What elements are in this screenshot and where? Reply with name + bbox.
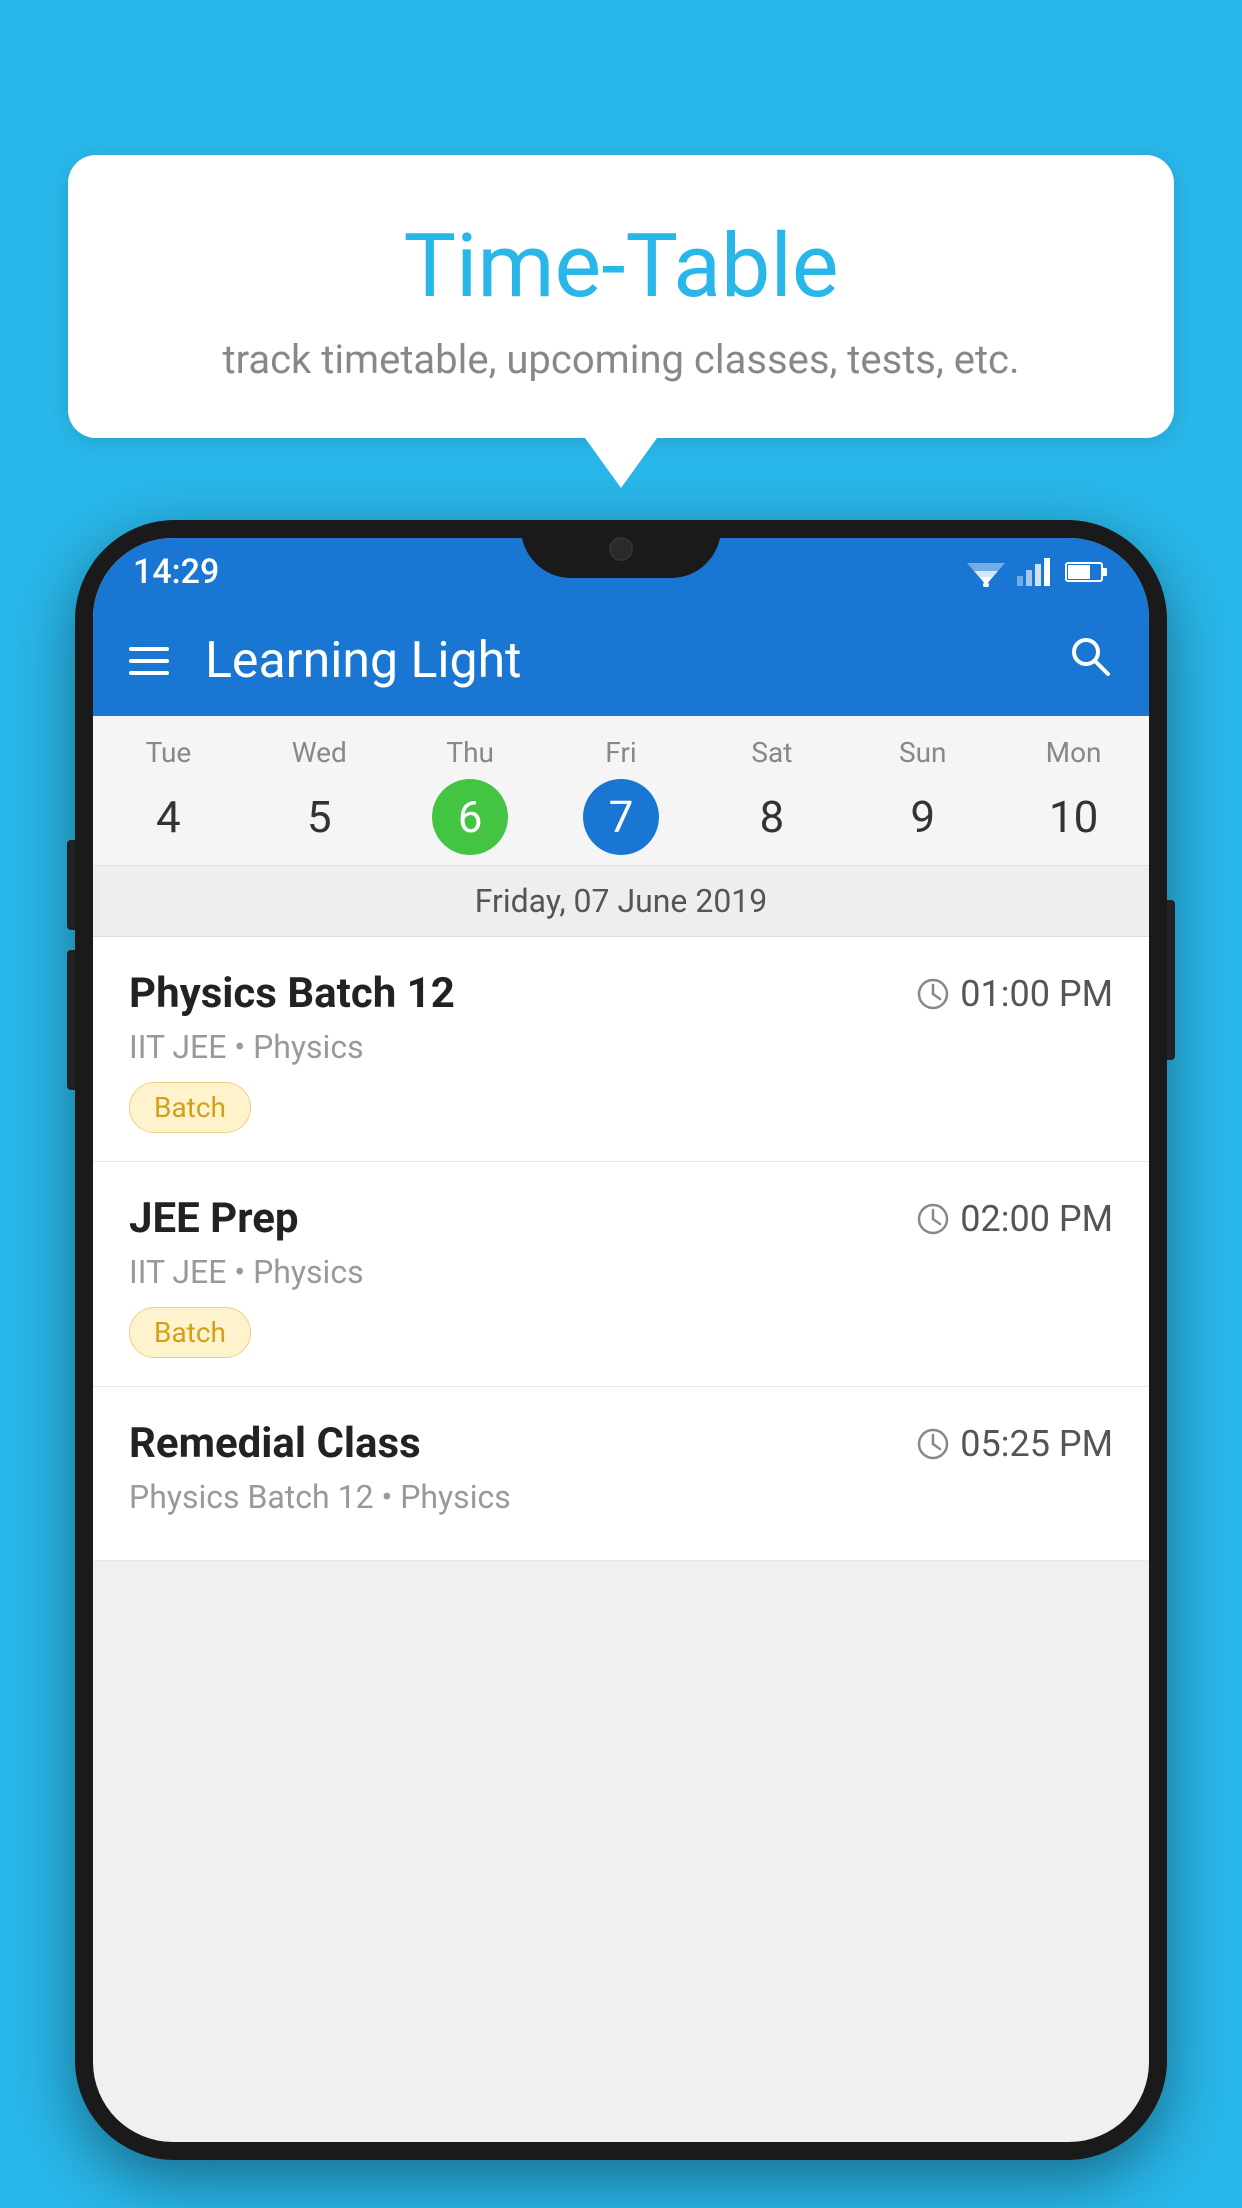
search-button[interactable] (1065, 631, 1113, 691)
feature-subtitle: track timetable, upcoming classes, tests… (128, 336, 1114, 383)
hamburger-line-3 (129, 671, 169, 675)
day-sun[interactable]: Sun 9 (847, 716, 998, 865)
schedule-time-text-1: 02:00 PM (960, 1198, 1113, 1240)
schedule-item-header-1: JEE Prep 02:00 PM (129, 1194, 1113, 1243)
day-thu[interactable]: Thu 6 (395, 716, 546, 865)
feature-title: Time-Table (128, 215, 1114, 318)
schedule-time-1: 02:00 PM (916, 1198, 1113, 1240)
phone-frame: 14:29 (75, 520, 1167, 2160)
hamburger-menu[interactable] (129, 647, 169, 675)
app-title: Learning Light (205, 632, 1065, 690)
schedule-time-2: 05:25 PM (916, 1423, 1113, 1465)
bubble-arrow (585, 438, 657, 488)
day-mon[interactable]: Mon 10 (998, 716, 1149, 865)
day-name-5: Sun (899, 736, 947, 769)
schedule-item-0[interactable]: Physics Batch 12 01:00 PM IIT JEE • Phys… (93, 937, 1149, 1162)
speech-bubble: Time-Table track timetable, upcoming cla… (68, 155, 1174, 438)
phone-container: 14:29 (75, 520, 1167, 2208)
schedule-subtitle-1: IIT JEE • Physics (129, 1253, 1113, 1291)
batch-tag-1: Batch (129, 1307, 251, 1358)
day-number-0: 4 (130, 779, 206, 855)
schedule-time-0: 01:00 PM (916, 973, 1113, 1015)
day-sat[interactable]: Sat 8 (696, 716, 847, 865)
day-name-6: Mon (1046, 736, 1102, 769)
day-name-1: Wed (292, 736, 347, 769)
schedule-item-header-0: Physics Batch 12 01:00 PM (129, 969, 1113, 1018)
day-number-3: 7 (583, 779, 659, 855)
battery-icon (1065, 560, 1109, 584)
day-name-3: Fri (605, 736, 636, 769)
day-name-2: Thu (446, 736, 494, 769)
schedule-title-1: JEE Prep (129, 1194, 299, 1243)
hamburger-line-2 (129, 659, 169, 663)
schedule-time-text-0: 01:00 PM (960, 973, 1113, 1015)
day-fri[interactable]: Fri 7 (546, 716, 697, 865)
speech-bubble-section: Time-Table track timetable, upcoming cla… (68, 155, 1174, 488)
status-time: 14:29 (133, 552, 219, 592)
day-tue[interactable]: Tue 4 (93, 716, 244, 865)
schedule-item-2[interactable]: Remedial Class 05:25 PM Physics Batch 12… (93, 1387, 1149, 1561)
clock-icon-1 (916, 1202, 950, 1236)
schedule-time-text-2: 05:25 PM (960, 1423, 1113, 1465)
clock-icon-0 (916, 977, 950, 1011)
schedule-subtitle-0: IIT JEE • Physics (129, 1028, 1113, 1066)
day-number-1: 5 (281, 779, 357, 855)
schedule-title-2: Remedial Class (129, 1419, 421, 1468)
day-wed[interactable]: Wed 5 (244, 716, 395, 865)
schedule-item-header-2: Remedial Class 05:25 PM (129, 1419, 1113, 1468)
power-button (1167, 900, 1175, 1060)
volume-down-button (67, 950, 75, 1090)
day-number-4: 8 (734, 779, 810, 855)
app-bar: Learning Light (93, 606, 1149, 716)
day-number-5: 9 (885, 779, 961, 855)
status-icons (967, 557, 1109, 587)
phone-notch (521, 520, 721, 578)
selected-date-display: Friday, 07 June 2019 (93, 866, 1149, 937)
day-name-0: Tue (146, 736, 192, 769)
camera (609, 537, 633, 561)
schedule-item-1[interactable]: JEE Prep 02:00 PM IIT JEE • Physics Batc… (93, 1162, 1149, 1387)
schedule-subtitle-2: Physics Batch 12 • Physics (129, 1478, 1113, 1516)
phone-screen: 14:29 (93, 538, 1149, 2142)
wifi-icon (967, 557, 1005, 587)
day-number-6: 10 (1036, 779, 1112, 855)
day-name-4: Sat (751, 736, 792, 769)
batch-tag-0: Batch (129, 1082, 251, 1133)
bubble-pointer-wrapper (68, 438, 1174, 488)
schedule-list: Physics Batch 12 01:00 PM IIT JEE • Phys… (93, 937, 1149, 1561)
schedule-title-0: Physics Batch 12 (129, 969, 455, 1018)
signal-icon (1017, 558, 1053, 586)
calendar-week-header: Tue 4 Wed 5 Thu 6 Fri 7 Sat 8 (93, 716, 1149, 866)
day-number-2: 6 (432, 779, 508, 855)
hamburger-line-1 (129, 647, 169, 651)
volume-up-button (67, 840, 75, 930)
clock-icon-2 (916, 1427, 950, 1461)
